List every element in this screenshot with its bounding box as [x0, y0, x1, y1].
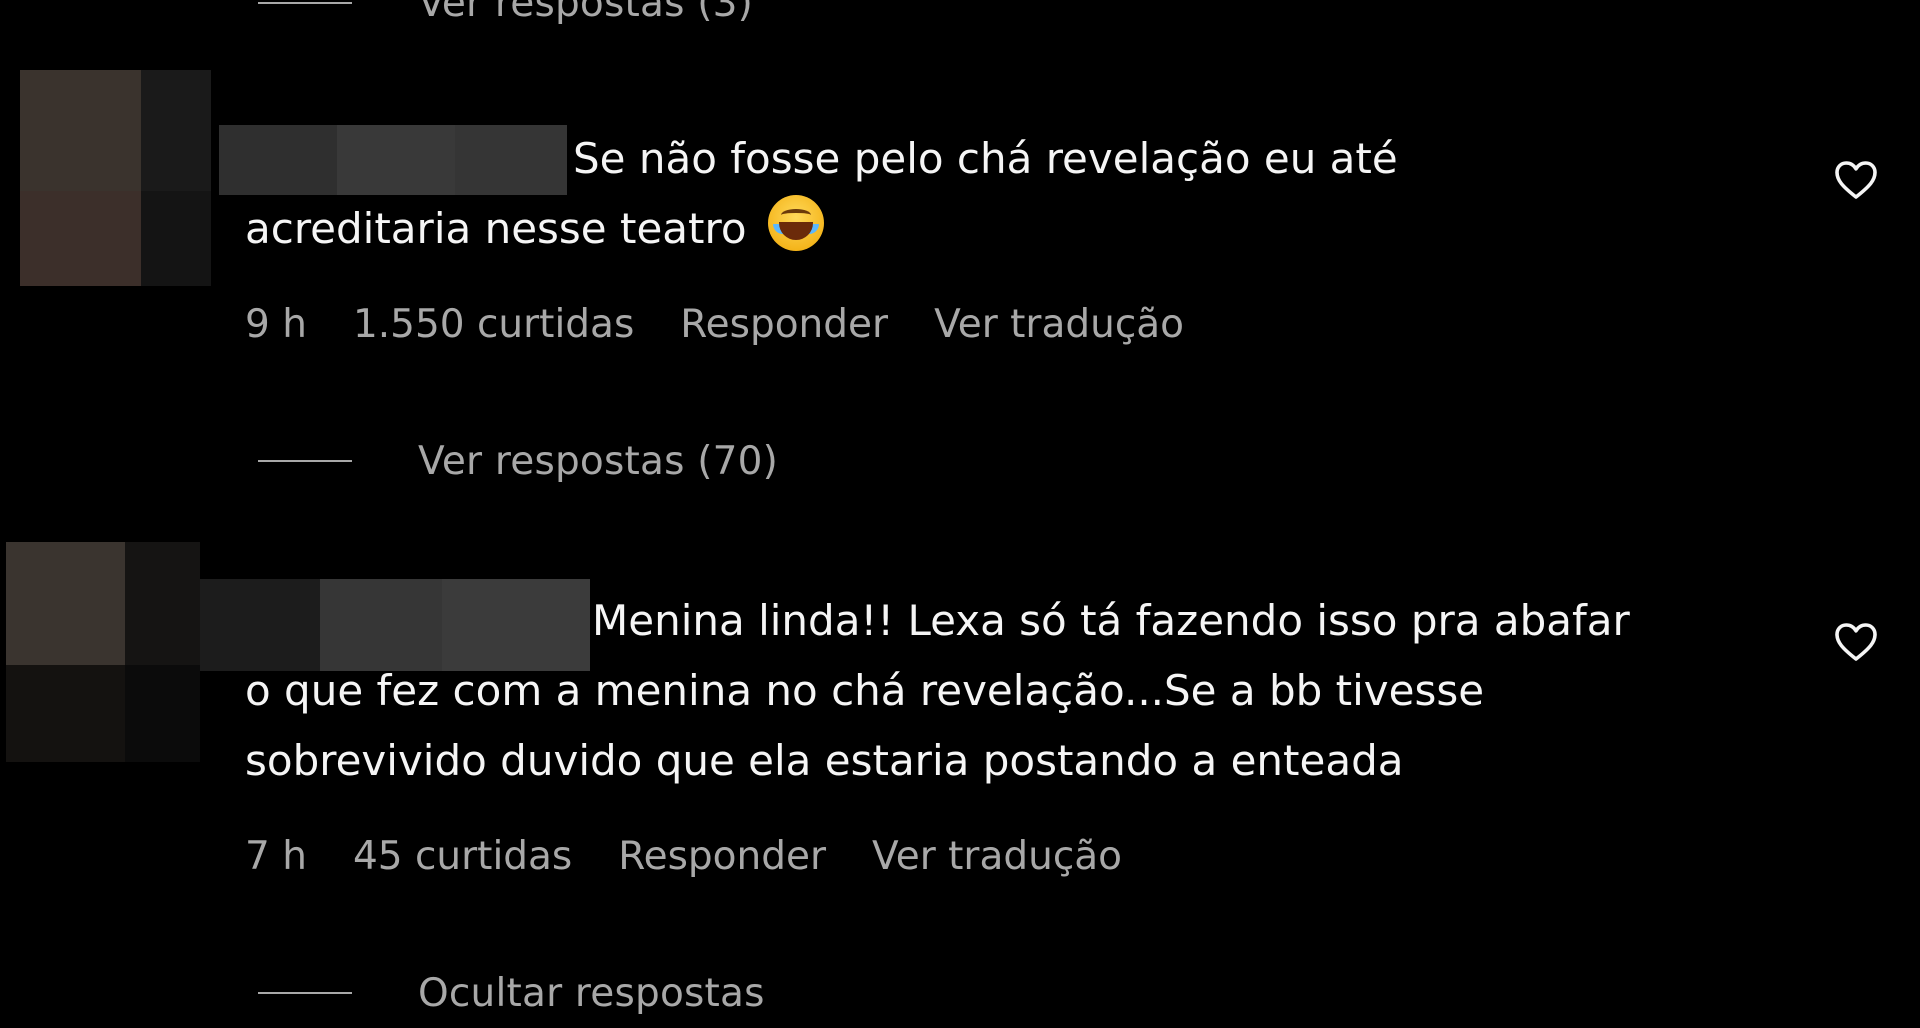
like-count[interactable]: 1.550 curtidas	[353, 302, 634, 347]
replies-divider-line	[258, 460, 352, 462]
avatar[interactable]	[6, 542, 200, 762]
comment-text-line: o que fez com a menina no chá revelação.…	[245, 666, 1485, 715]
comment-text-line: sobrevivido duvido que ela estaria posta…	[245, 736, 1404, 785]
view-replies-label: Ver respostas (3)	[418, 0, 754, 26]
replies-divider-line	[258, 2, 352, 4]
view-replies-button[interactable]: Ver respostas (70)	[258, 436, 778, 486]
replies-divider-line	[258, 992, 352, 994]
see-translation-button[interactable]: Ver tradução	[872, 834, 1122, 879]
reply-button[interactable]: Responder	[618, 834, 826, 879]
view-replies-button-top[interactable]: Ver respostas (3)	[258, 0, 753, 28]
hide-replies-button[interactable]: Ocultar respostas	[258, 968, 765, 1018]
comment-text-line: acreditaria nesse teatro	[245, 194, 824, 264]
like-count[interactable]: 45 curtidas	[353, 834, 572, 879]
comment-timestamp[interactable]: 7 h	[245, 834, 307, 879]
laughing-tears-emoji-icon	[767, 195, 824, 251]
hide-replies-label: Ocultar respostas	[418, 970, 765, 1016]
view-replies-label: Ver respostas (70)	[418, 438, 779, 484]
heart-outline-icon[interactable]	[1832, 618, 1880, 666]
comment-text-segment: acreditaria nesse teatro	[245, 204, 747, 253]
comment-meta: 7 h 45 curtidas Responder Ver tradução	[245, 829, 1168, 883]
username-redacted[interactable]	[219, 125, 567, 195]
comment-timestamp[interactable]: 9 h	[245, 302, 307, 347]
comments-panel: Ver respostas (3) Se não fosse pelo chá …	[0, 0, 1920, 1028]
comment-text-line: Se não fosse pelo chá revelação eu até	[573, 134, 1398, 183]
comment-meta: 9 h 1.550 curtidas Responder Ver traduçã…	[245, 297, 1230, 351]
comment-text-line: Menina linda!! Lexa só tá fazendo isso p…	[592, 596, 1630, 645]
avatar[interactable]	[20, 70, 211, 286]
see-translation-button[interactable]: Ver tradução	[934, 302, 1184, 347]
reply-button[interactable]: Responder	[680, 302, 888, 347]
heart-outline-icon[interactable]	[1832, 156, 1880, 204]
